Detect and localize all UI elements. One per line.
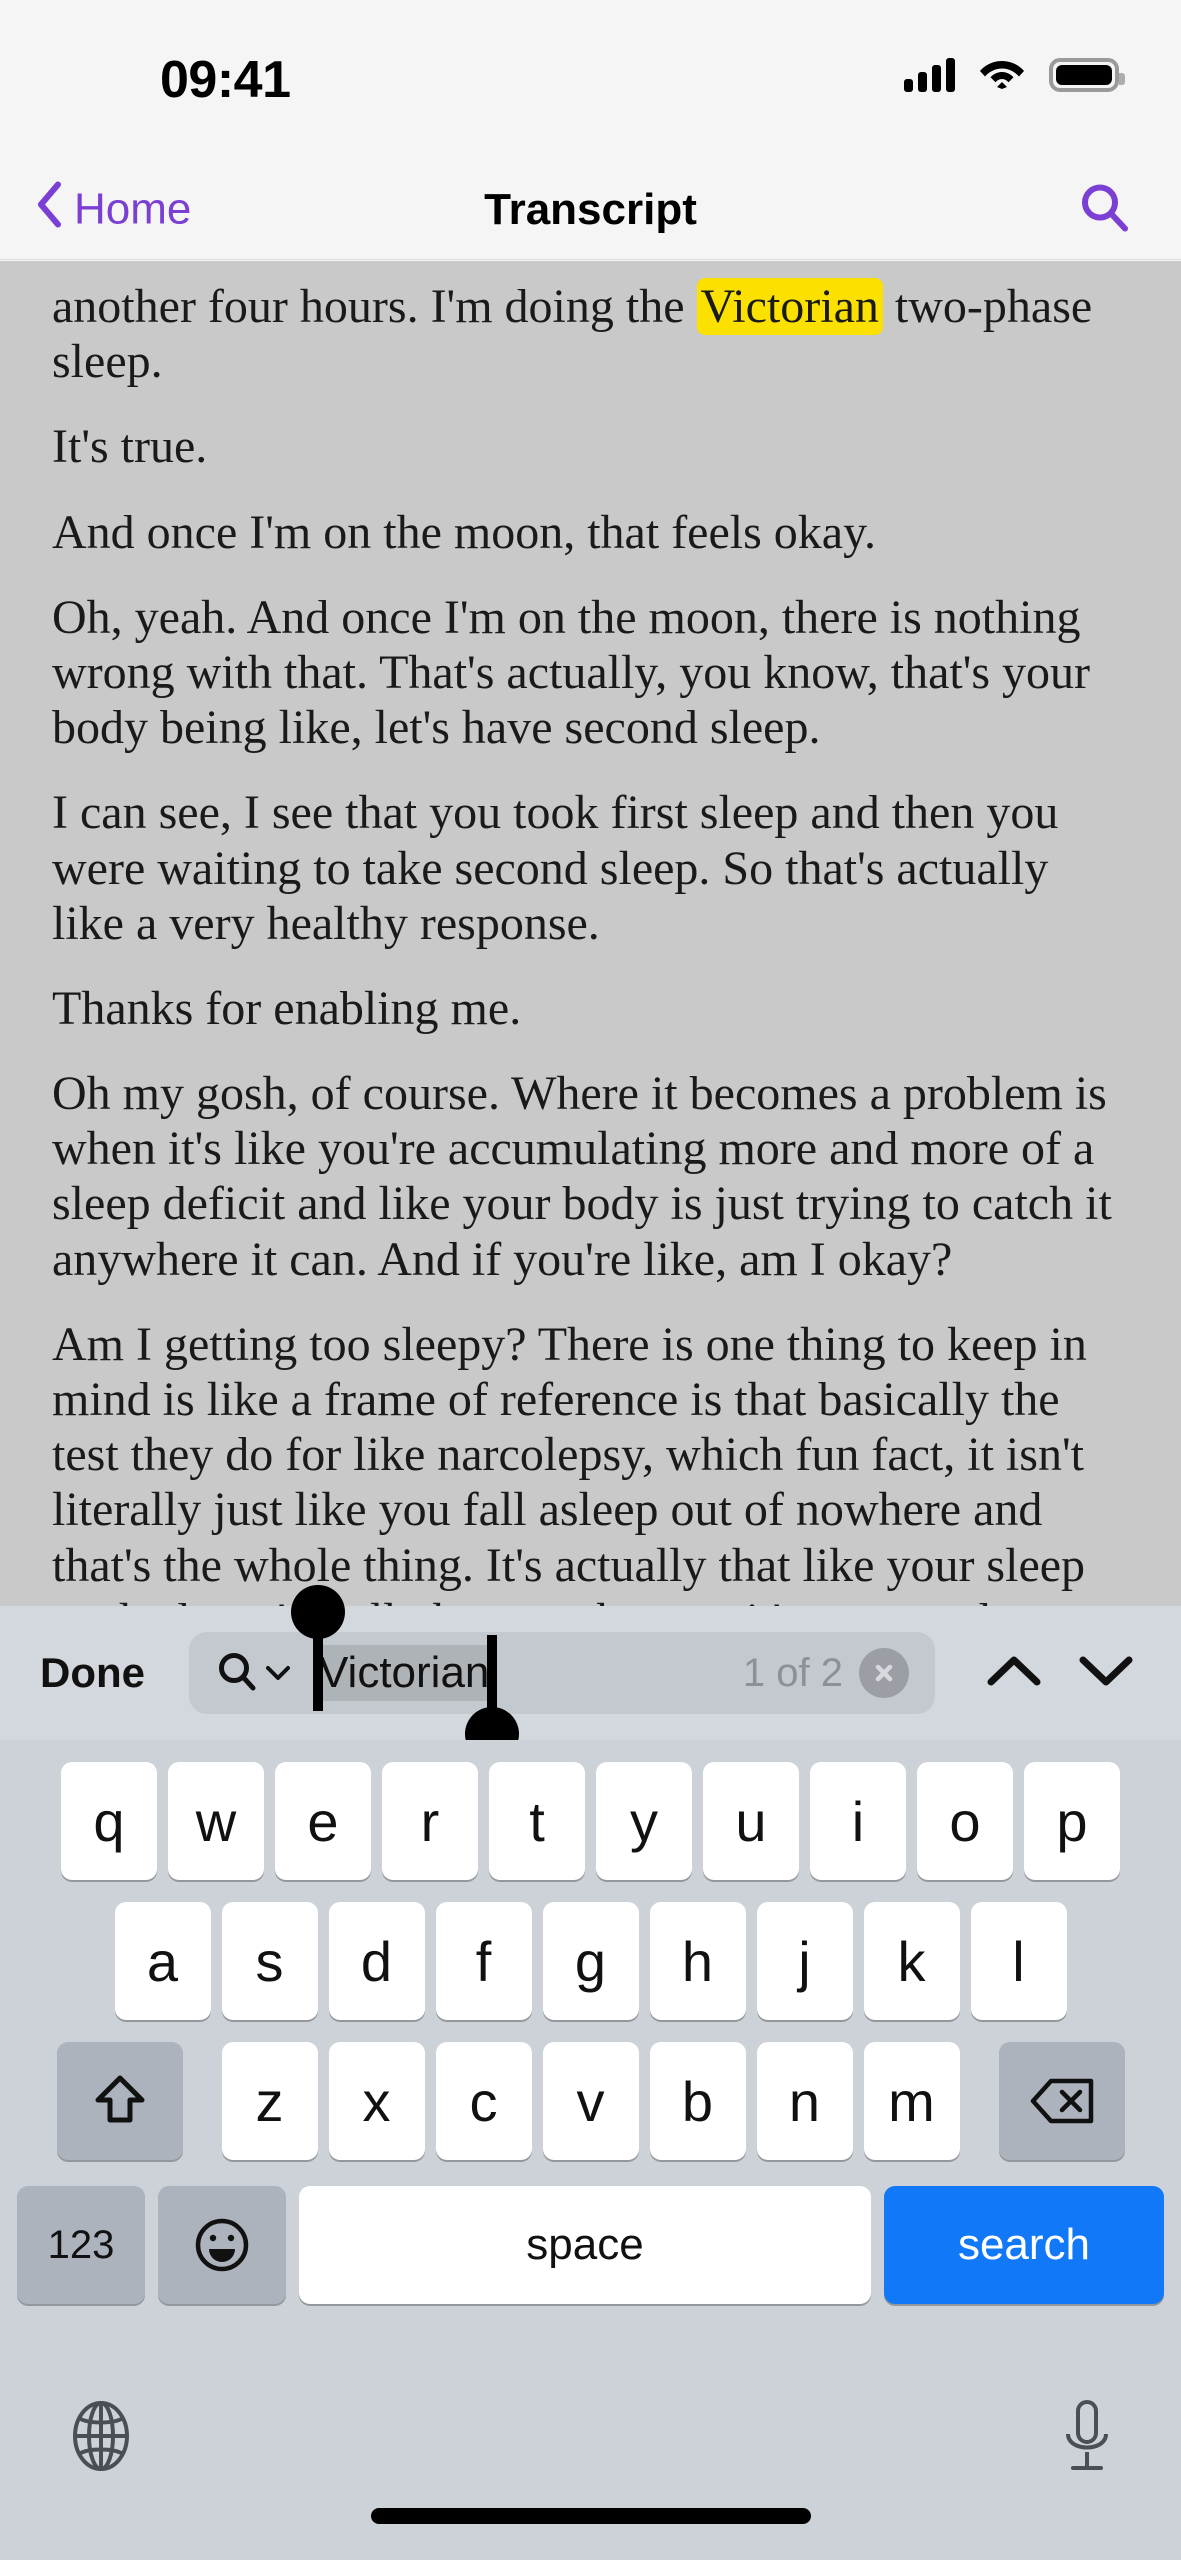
globe-icon[interactable] <box>66 2398 136 2479</box>
key-n[interactable]: n <box>756 2042 853 2160</box>
find-bar: Done Victorian 1 of 2 <box>0 1585 1181 1761</box>
status-time: 09:41 <box>160 51 291 109</box>
on-screen-keyboard: q w e r t y u i o p a s d f g h j k l z … <box>0 1740 1181 2560</box>
key-h[interactable]: h <box>649 1902 746 2020</box>
search-icon[interactable] <box>1079 181 1131 238</box>
microphone-icon[interactable] <box>1059 2396 1115 2483</box>
key-w[interactable]: w <box>168 1762 264 1880</box>
key-e[interactable]: e <box>275 1762 371 1880</box>
transcript-paragraph: It's true. <box>52 420 208 474</box>
key-z[interactable]: z <box>221 2042 318 2160</box>
transcript-paragraph: I can see, I see that you took first sle… <box>52 786 1059 950</box>
done-button[interactable]: Done <box>40 1649 145 1697</box>
back-button-label: Home <box>74 184 192 234</box>
keyboard-row-4: 123 space search <box>0 2160 1181 2304</box>
key-q[interactable]: q <box>61 1762 157 1880</box>
transcript-content[interactable]: another four hours. I'm doing the Victor… <box>0 261 1181 1606</box>
find-query-text: Victorian <box>319 1648 490 1697</box>
find-next-button[interactable] <box>1077 1651 1135 1696</box>
key-k[interactable]: k <box>863 1902 960 2020</box>
keyboard-row-2: a s d f g h j k l <box>0 1880 1181 2020</box>
key-d[interactable]: d <box>328 1902 425 2020</box>
key-x[interactable]: x <box>328 2042 425 2160</box>
transcript-paragraph: Oh my gosh, of course. Where it becomes … <box>52 1067 1112 1286</box>
transcript-paragraph: another four hours. I'm doing the Victor… <box>52 278 1129 389</box>
battery-icon <box>1049 57 1125 92</box>
key-t[interactable]: t <box>489 1762 585 1880</box>
key-j[interactable]: j <box>756 1902 853 2020</box>
chevron-down-icon <box>266 1666 290 1680</box>
key-m[interactable]: m <box>863 2042 960 2160</box>
keyboard-bottom-bar <box>0 2380 1181 2560</box>
key-y[interactable]: y <box>596 1762 692 1880</box>
transcript-paragraph: Thanks for enabling me. <box>52 981 522 1035</box>
shift-arrow-icon[interactable] <box>56 2042 183 2160</box>
key-p[interactable]: p <box>1024 1762 1120 1880</box>
find-query-value[interactable]: Victorian <box>291 1585 520 1761</box>
key-r[interactable]: r <box>382 1762 478 1880</box>
find-query-wrapper[interactable]: Victorian <box>291 1585 743 1761</box>
match-count-label: 1 of 2 <box>742 1650 843 1695</box>
key-numbers[interactable]: 123 <box>17 2186 145 2304</box>
search-scope-icon[interactable] <box>217 1651 291 1695</box>
selection-handle-end[interactable] <box>465 1635 520 1761</box>
key-s[interactable]: s <box>221 1902 318 2020</box>
key-b[interactable]: b <box>649 2042 746 2160</box>
keyboard-row-3: z x c v b n m <box>0 2020 1181 2160</box>
key-search-submit[interactable]: search <box>884 2186 1164 2304</box>
key-a[interactable]: a <box>114 1902 211 2020</box>
key-l[interactable]: l <box>970 1902 1067 2020</box>
transcript-paragraph: Oh, yeah. And once I'm on the moon, ther… <box>52 590 1091 755</box>
transcript-paragraph: Am I getting too sleepy? There is one th… <box>52 1317 1087 1606</box>
page-title: Transcript <box>484 184 697 234</box>
home-indicator <box>370 2508 811 2524</box>
status-icons <box>904 55 1125 94</box>
key-v[interactable]: v <box>542 2042 639 2160</box>
back-button-home[interactable]: Home <box>36 181 191 238</box>
clear-circle-icon[interactable] <box>859 1648 909 1698</box>
key-space[interactable]: space <box>299 2186 871 2304</box>
navigation-bar: Home Transcript <box>0 160 1181 260</box>
key-f[interactable]: f <box>435 1902 532 2020</box>
keyboard-row-1: q w e r t y u i o p <box>0 1740 1181 1880</box>
backspace-icon[interactable] <box>998 2042 1125 2160</box>
status-bar: 09:41 <box>0 0 1181 160</box>
key-g[interactable]: g <box>542 1902 639 2020</box>
key-c[interactable]: c <box>435 2042 532 2160</box>
chevron-down-icon <box>1079 1656 1133 1685</box>
key-i[interactable]: i <box>810 1762 906 1880</box>
key-u[interactable]: u <box>703 1762 799 1880</box>
cellular-signal-icon <box>904 57 955 92</box>
wifi-icon <box>979 55 1025 94</box>
find-input-field[interactable]: Victorian 1 of 2 <box>189 1585 935 1761</box>
transcript-paragraph: And once I'm on the moon, that feels oka… <box>52 505 876 559</box>
chevron-left-icon <box>36 181 62 238</box>
chevron-up-icon <box>987 1656 1041 1685</box>
paragraph-text-before: another four hours. I'm doing the <box>52 280 697 333</box>
emoji-smiley-icon[interactable] <box>158 2186 286 2304</box>
iphone-screen: 09:41 Home Transcript another four hours… <box>0 0 1181 2560</box>
find-previous-button[interactable] <box>985 1651 1043 1696</box>
search-match-highlight: Victorian <box>696 278 883 335</box>
selection-handle-start[interactable] <box>291 1585 345 1711</box>
key-o[interactable]: o <box>917 1762 1013 1880</box>
